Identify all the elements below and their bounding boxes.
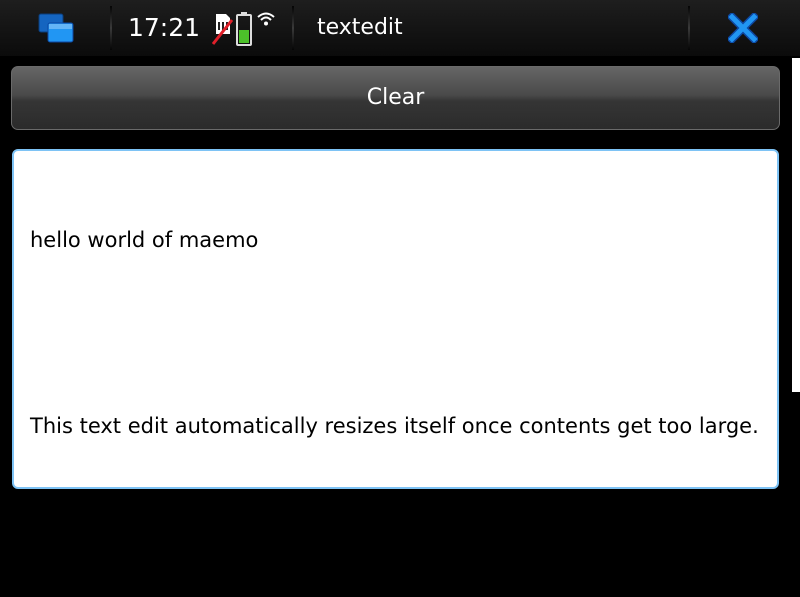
- close-button[interactable]: [692, 0, 800, 56]
- text-cursor: [525, 505, 528, 531]
- text-line: [30, 318, 761, 349]
- app-title[interactable]: textedit: [317, 15, 403, 41]
- close-icon: [728, 13, 758, 43]
- clock: 17:21: [128, 13, 201, 42]
- text-line: This text edit automatically resizes its…: [30, 414, 759, 438]
- text-line: hello world of maemo: [30, 228, 259, 252]
- task-switcher-icon: [38, 13, 74, 43]
- status-bar: 17:21 textedit: [0, 0, 800, 56]
- sim-icon: [212, 14, 234, 45]
- clear-button[interactable]: Clear: [11, 66, 780, 130]
- scroll-area[interactable]: Clear hello world of maemo This text edi…: [0, 56, 800, 531]
- status-area[interactable]: 17:21: [114, 0, 292, 56]
- task-switcher-button[interactable]: [0, 0, 110, 56]
- wifi-icon: [257, 12, 275, 26]
- text-line-last: Only the outside QScrollArea does the sc…: [30, 504, 761, 535]
- text-edit[interactable]: hello world of maemo This text edit auto…: [12, 149, 779, 531]
- text-line: Only the outside QScrollArea does the sc…: [30, 507, 525, 531]
- battery-icon: [236, 12, 252, 46]
- scrollbar[interactable]: [792, 58, 800, 392]
